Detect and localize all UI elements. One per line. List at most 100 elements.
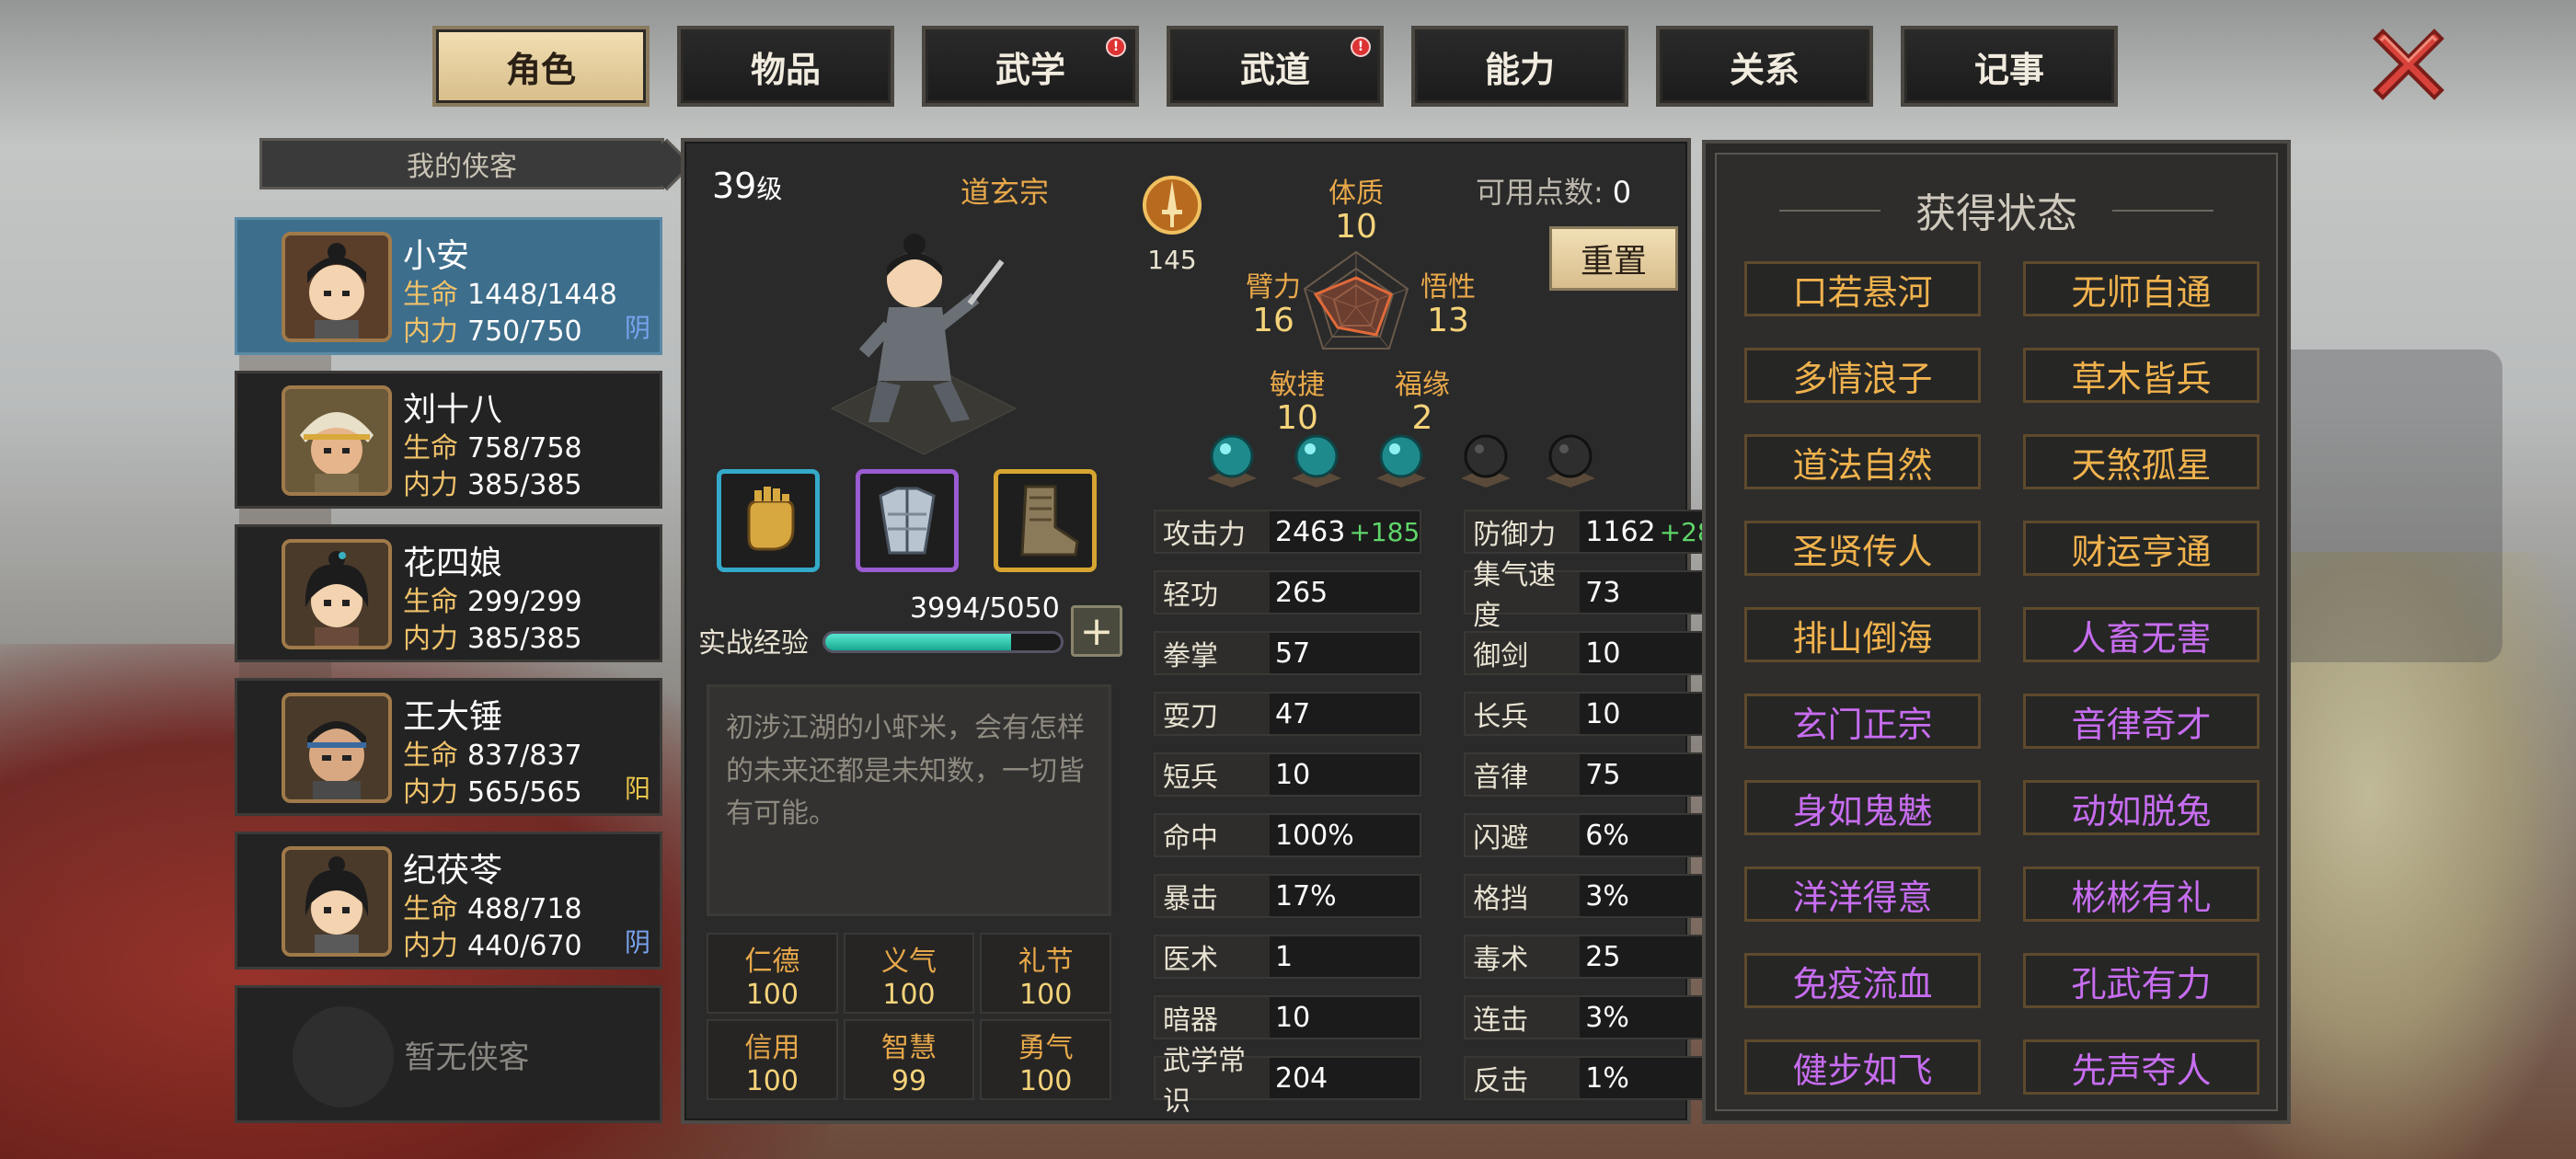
exp-label: 实战经验 xyxy=(698,627,809,660)
tab-abilities[interactable]: 能力 xyxy=(1411,26,1628,107)
character-card[interactable]: 刘十八 生命 758/758 内力 385/385 xyxy=(235,371,662,509)
sect-name: 道玄宗 xyxy=(960,175,1050,210)
stat-row: 耍刀 47 xyxy=(1154,692,1422,736)
virtue-benevolence: 仁德 100 xyxy=(707,933,838,1014)
character-name: 纪茯苓 xyxy=(403,852,503,889)
character-card[interactable]: 纪茯苓 生命 488/718 内力 440/670 阴 xyxy=(235,832,662,970)
yin-yang-tag: 阴 xyxy=(624,313,650,343)
status-item[interactable]: 玄门正宗 xyxy=(1744,694,1981,749)
tab-items[interactable]: 物品 xyxy=(677,26,894,107)
character-name: 花四娘 xyxy=(403,545,503,582)
status-item[interactable]: 财运亨通 xyxy=(2023,521,2260,576)
character-list: 小安 生命 1448/1448 内力 750/750 阴 刘十八 生命 758/758… xyxy=(235,217,662,1139)
stat-row: 御剑 10 xyxy=(1464,631,1732,675)
character-sprite xyxy=(813,224,1034,464)
list-title: 我的侠客 xyxy=(259,138,694,191)
status-item[interactable]: 免疫流血 xyxy=(1744,953,1981,1008)
hp-label: 生命 xyxy=(403,432,458,465)
stat-row: 反击 1% xyxy=(1464,1056,1732,1100)
stat-row: 暗器 10 xyxy=(1154,995,1422,1039)
hp-value: 758/758 xyxy=(467,432,582,465)
exp-progress-bar xyxy=(822,631,1064,653)
hp-label: 生命 xyxy=(403,740,458,772)
tab-martial-way[interactable]: 武道! xyxy=(1167,26,1384,107)
character-name: 刘十八 xyxy=(403,391,503,429)
character-card[interactable]: 花四娘 生命 299/299 内力 385/385 xyxy=(235,524,662,662)
status-item[interactable]: 先声夺人 xyxy=(2023,1039,2260,1095)
equip-slot-armor[interactable] xyxy=(856,469,959,572)
gem-slot-empty[interactable] xyxy=(1538,427,1603,491)
avatar xyxy=(282,232,392,342)
status-grid: 口若悬河 无师自通 多情浪子 草木皆兵 道法自然 天煞孤星 圣贤传人 财运亨通 排山倒海 人畜无害… xyxy=(1744,261,2260,1095)
exp-value: 3994/5050 xyxy=(910,592,1060,625)
status-item[interactable]: 动如脱兔 xyxy=(2023,780,2260,835)
mp-value: 750/750 xyxy=(467,316,582,348)
virtue-wisdom: 智慧 99 xyxy=(843,1019,975,1100)
stat-row: 暴击 17% xyxy=(1154,874,1422,918)
sword-emblem-icon xyxy=(1143,176,1202,235)
yin-yang-tag: 阳 xyxy=(624,774,650,804)
reset-button[interactable]: 重置 xyxy=(1549,226,1678,291)
add-exp-button[interactable]: + xyxy=(1071,605,1122,657)
hp-label: 生命 xyxy=(403,586,458,618)
gem-slot-empty[interactable] xyxy=(1454,427,1518,491)
status-item[interactable]: 无师自通 xyxy=(2023,261,2260,316)
stat-row: 毒术 25 xyxy=(1464,935,1732,979)
status-item[interactable]: 人畜无害 xyxy=(2023,607,2260,662)
status-panel-title: 获得状态 xyxy=(1706,180,2287,239)
attr-strength: 臂力 16 xyxy=(1246,271,1301,339)
close-icon xyxy=(2373,29,2444,100)
status-item[interactable]: 身如鬼魅 xyxy=(1744,780,1981,835)
gem-slots xyxy=(1200,427,1603,491)
mp-label: 内力 xyxy=(403,623,458,655)
gem-slot-filled[interactable] xyxy=(1284,427,1349,491)
stat-row: 连击 3% xyxy=(1464,995,1732,1039)
status-item[interactable]: 彬彬有礼 xyxy=(2023,866,2260,922)
empty-slot[interactable]: 暂无侠客 xyxy=(235,985,662,1123)
character-card[interactable]: 王大锤 生命 837/837 内力 565/565 阳 xyxy=(235,678,662,816)
virtue-grid: 仁德 100 义气 100 礼节 100 信用 100 智慧 99 勇气 100 xyxy=(707,933,1111,1100)
tab-bar: 角色 物品 武学! 武道! 能力 关系 记事 xyxy=(432,26,2118,109)
status-item[interactable]: 圣贤传人 xyxy=(1744,521,1981,576)
armor-icon xyxy=(879,487,936,555)
avatar xyxy=(282,846,392,957)
status-item[interactable]: 道法自然 xyxy=(1744,434,1981,489)
character-card[interactable]: 小安 生命 1448/1448 内力 750/750 阴 xyxy=(235,217,662,355)
notification-badge: ! xyxy=(1106,37,1126,57)
status-item[interactable]: 口若悬河 xyxy=(1744,261,1981,316)
stat-row: 集气速度 73 xyxy=(1464,559,1732,632)
mp-label: 内力 xyxy=(403,776,458,809)
close-button[interactable] xyxy=(2366,22,2451,107)
tab-journal[interactable]: 记事 xyxy=(1901,26,2118,107)
virtue-courtesy: 礼节 100 xyxy=(980,933,1111,1014)
status-item[interactable]: 天煞孤星 xyxy=(2023,434,2260,489)
status-item[interactable]: 多情浪子 xyxy=(1744,348,1981,403)
status-item[interactable]: 健步如飞 xyxy=(1744,1039,1981,1095)
status-item[interactable]: 孔武有力 xyxy=(2023,953,2260,1008)
tab-relations[interactable]: 关系 xyxy=(1656,26,1873,107)
status-item[interactable]: 草木皆兵 xyxy=(2023,348,2260,403)
tab-character[interactable]: 角色 xyxy=(432,26,650,107)
combat-power-value: 145 xyxy=(1147,245,1197,275)
mp-label: 内力 xyxy=(403,930,458,962)
status-panel: 获得状态 口若悬河 无师自通 多情浪子 草木皆兵 道法自然 天煞孤星 圣贤传人 财运亨通 排山倒… xyxy=(1702,140,2291,1124)
stat-row: 格挡 3% xyxy=(1464,874,1732,918)
gem-slot-filled[interactable] xyxy=(1200,427,1264,491)
hp-value: 837/837 xyxy=(467,740,582,772)
status-item[interactable]: 洋洋得意 xyxy=(1744,866,1981,922)
tab-martial-arts[interactable]: 武学! xyxy=(922,26,1139,107)
notification-badge: ! xyxy=(1351,37,1371,57)
character-description: 初涉江湖的小虾米，会有怎样的未来还都是未知数，一切皆有可能。 xyxy=(707,684,1111,916)
equip-slot-gloves[interactable] xyxy=(717,469,820,572)
hp-value: 299/299 xyxy=(467,586,582,618)
hp-value: 488/718 xyxy=(467,893,582,925)
equip-slot-boots[interactable] xyxy=(994,469,1097,572)
stat-row: 长兵 10 xyxy=(1464,692,1732,736)
status-item[interactable]: 音律奇才 xyxy=(2023,694,2260,749)
stat-row: 命中 100% xyxy=(1154,813,1422,857)
mp-label: 内力 xyxy=(403,316,458,348)
gem-slot-filled[interactable] xyxy=(1369,427,1433,491)
empty-slot-label: 暂无侠客 xyxy=(404,1039,530,1076)
boots-icon xyxy=(1020,485,1079,557)
status-item[interactable]: 排山倒海 xyxy=(1744,607,1981,662)
